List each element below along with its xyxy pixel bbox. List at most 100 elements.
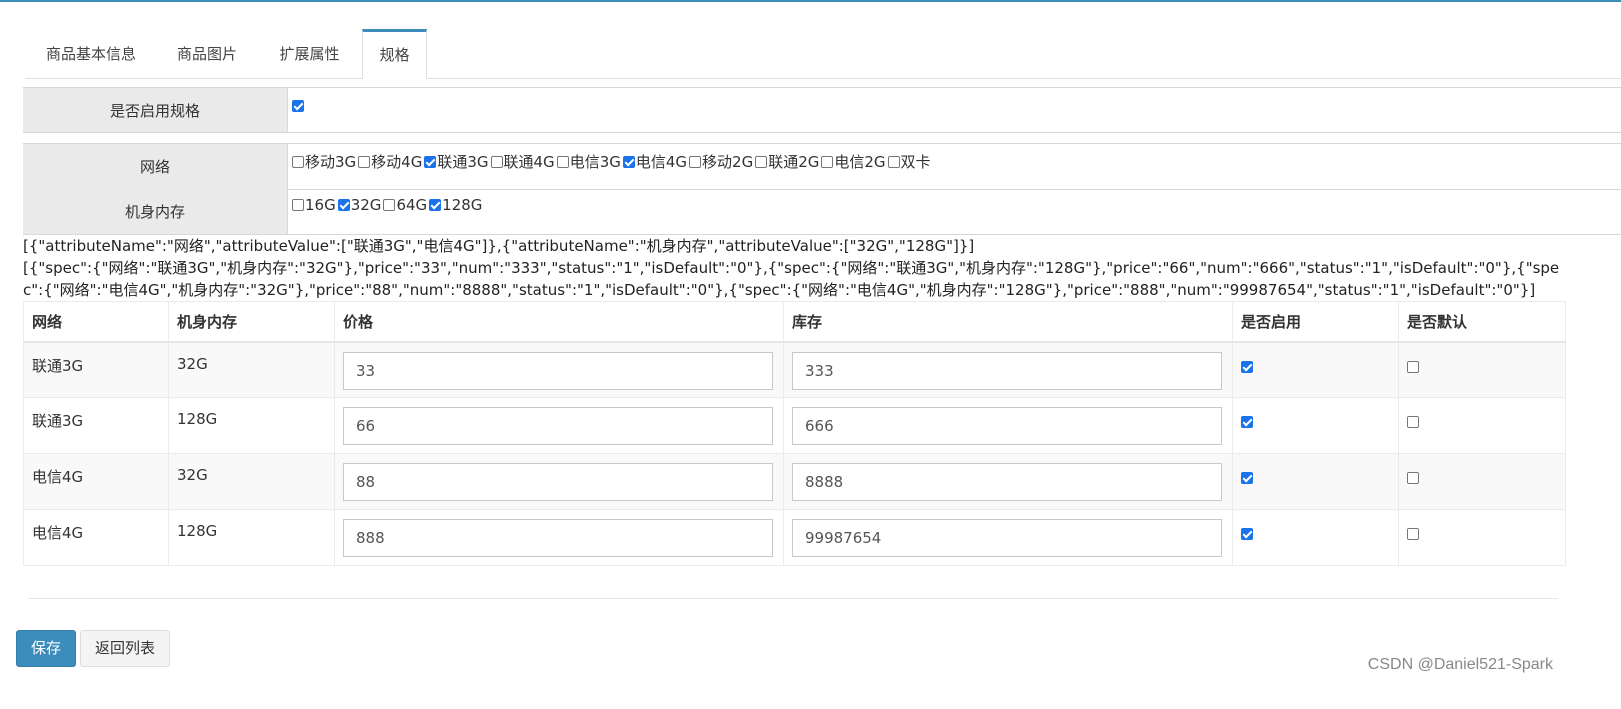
network-row: 网络 移动3G 移动4G 联通3G 联通4G 电信3G 电信4G 移动2G 联通2G 电信2G 双… [23, 143, 1621, 190]
memory-label: 机身内存 [23, 189, 288, 234]
network-option-label: 移动2G [702, 153, 754, 171]
memory-option[interactable]: 128G [429, 196, 482, 214]
network-option[interactable]: 双卡 [887, 151, 931, 172]
price-input[interactable] [343, 351, 773, 390]
network-checkbox[interactable] [358, 156, 371, 168]
price-input[interactable] [343, 407, 773, 445]
network-checkbox[interactable] [755, 156, 768, 168]
network-checkbox[interactable] [292, 156, 304, 168]
tab-extended-attributes[interactable]: 扩展属性 [257, 29, 362, 78]
default-checkbox[interactable] [1407, 360, 1419, 373]
memory-options: 16G 32G 64G 128G [292, 196, 484, 214]
memory-option[interactable]: 64G [383, 196, 427, 214]
network-option[interactable]: 移动2G [689, 151, 753, 172]
cell-network: 联通3G [23, 341, 169, 398]
cell-memory: 32G [168, 341, 335, 398]
cell-memory: 128G [168, 397, 335, 454]
back-to-list-button[interactable]: 返回列表 [80, 630, 170, 667]
memory-checkbox[interactable] [383, 199, 396, 211]
spec-table: 网络 机身内存 价格 库存 是否启用 是否默认 联通3G32G联通3G128G电… [23, 301, 1566, 566]
tab-specification[interactable]: 规格 [362, 29, 427, 79]
network-option-label: 移动4G [371, 153, 423, 171]
network-label: 网络 [23, 144, 288, 189]
memory-checkbox[interactable] [337, 199, 350, 211]
default-checkbox[interactable] [1407, 472, 1419, 484]
attributes-json-text: [{"attributeName":"网络","attributeValue":… [23, 237, 975, 255]
network-option-label: 电信2G [834, 153, 886, 171]
cell-network: 联通3G [23, 397, 169, 454]
network-checkbox[interactable] [689, 156, 702, 168]
default-checkbox[interactable] [1407, 528, 1419, 540]
cell-price [334, 509, 784, 566]
cell-enabled [1232, 453, 1399, 510]
network-option[interactable]: 联通4G [490, 151, 555, 172]
enable-spec-checkbox[interactable] [292, 100, 304, 112]
cell-default [1398, 509, 1566, 566]
memory-checkbox[interactable] [292, 199, 304, 211]
network-checkbox[interactable] [887, 156, 900, 168]
network-checkbox[interactable] [622, 156, 635, 168]
cell-price [334, 397, 784, 454]
cell-stock [783, 453, 1233, 510]
header-stock: 库存 [783, 301, 1233, 343]
stock-input[interactable] [792, 351, 1222, 390]
tab-basic-info[interactable]: 商品基本信息 [25, 29, 157, 78]
cell-enabled [1232, 509, 1399, 566]
enabled-checkbox[interactable] [1241, 416, 1253, 428]
top-accent-line [0, 0, 1621, 2]
enabled-checkbox[interactable] [1241, 360, 1253, 373]
default-checkbox[interactable] [1407, 416, 1419, 428]
cell-stock [783, 397, 1233, 454]
network-option[interactable]: 电信2G [821, 151, 886, 172]
network-option[interactable]: 电信4G [622, 151, 688, 172]
network-option-label: 联通4G [503, 153, 555, 171]
network-checkbox[interactable] [424, 156, 437, 168]
cell-stock [783, 341, 1233, 398]
cell-default [1398, 453, 1566, 510]
cell-default [1398, 397, 1566, 454]
network-options: 移动3G 移动4G 联通3G 联通4G 电信3G 电信4G 移动2G 联通2G 电信2G 双卡 [292, 151, 933, 172]
network-checkbox[interactable] [556, 156, 569, 168]
memory-checkbox[interactable] [429, 199, 442, 211]
cell-stock [783, 509, 1233, 566]
cell-network: 电信4G [23, 453, 169, 510]
network-option-label: 电信3G [569, 153, 621, 171]
header-network: 网络 [23, 301, 169, 343]
memory-option-label: 32G [350, 196, 382, 214]
network-option[interactable]: 移动4G [358, 151, 422, 172]
cell-memory: 128G [168, 509, 335, 566]
items-json-text: [{"spec":{"网络":"联通3G","机身内存":"32G"},"pri… [23, 259, 1560, 299]
table-row: 电信4G 32G [23, 453, 1566, 510]
stock-input[interactable] [792, 463, 1222, 501]
network-option-label: 电信4G [635, 153, 688, 171]
network-checkbox[interactable] [490, 156, 503, 168]
price-input[interactable] [343, 519, 773, 557]
cell-network: 电信4G [23, 509, 169, 566]
enabled-checkbox[interactable] [1241, 472, 1253, 484]
memory-option[interactable]: 16G [292, 196, 336, 214]
memory-option-label: 16G [305, 196, 336, 214]
memory-option[interactable]: 32G [337, 196, 382, 214]
price-input[interactable] [343, 463, 773, 501]
stock-input[interactable] [792, 407, 1222, 445]
memory-row: 机身内存 16G 32G 64G 128G [23, 189, 1621, 235]
header-price: 价格 [334, 301, 784, 343]
header-enabled: 是否启用 [1232, 301, 1399, 343]
table-header-row: 网络 机身内存 价格 库存 是否启用 是否默认 [23, 301, 1566, 343]
cell-price [334, 453, 784, 510]
network-option-label: 双卡 [900, 153, 931, 171]
network-option-label: 联通2G [768, 153, 820, 171]
enabled-checkbox[interactable] [1241, 528, 1253, 540]
network-option[interactable]: 联通2G [755, 151, 819, 172]
network-checkbox[interactable] [821, 156, 834, 168]
stock-input[interactable] [792, 519, 1222, 557]
table-row: 联通3G 32G [23, 341, 1566, 398]
network-option[interactable]: 联通3G [424, 151, 489, 172]
network-option[interactable]: 电信3G [556, 151, 621, 172]
network-option[interactable]: 移动3G [292, 151, 356, 172]
save-button[interactable]: 保存 [16, 630, 76, 667]
cell-default [1398, 341, 1566, 398]
network-option-label: 联通3G [437, 153, 489, 171]
memory-option-label: 64G [396, 196, 428, 214]
tab-images[interactable]: 商品图片 [157, 29, 257, 78]
